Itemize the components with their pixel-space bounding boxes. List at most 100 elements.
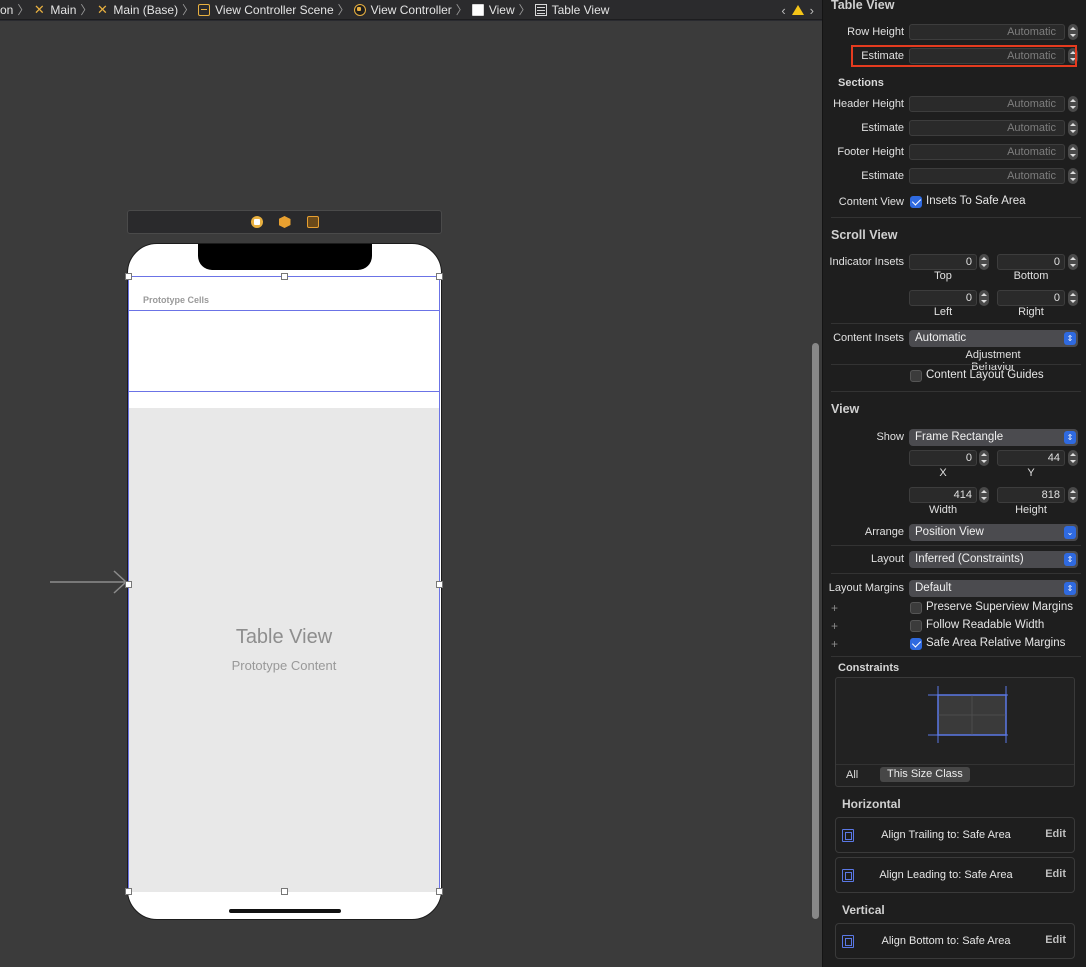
- row-height-field[interactable]: Automatic: [909, 24, 1065, 40]
- view-icon: [471, 3, 484, 16]
- constraint-row-leading[interactable]: Align Leading to: Safe Area Edit: [835, 857, 1075, 893]
- prototype-cells-header: Prototype Cells: [129, 277, 439, 310]
- height-caption: Height: [1015, 504, 1047, 516]
- follow-readable-width-checkbox[interactable]: [910, 620, 922, 632]
- content-insets-value: Automatic: [915, 332, 967, 344]
- footer-estimate-field[interactable]: Automatic: [909, 168, 1065, 184]
- content-insets-popup[interactable]: Automatic ⇕: [909, 330, 1078, 347]
- resize-handle-bottom-right[interactable]: [436, 888, 443, 895]
- insets-to-safe-area-checkbox[interactable]: [910, 196, 922, 208]
- breadcrumb-label: Main (Base): [113, 2, 179, 17]
- edit-button[interactable]: Edit: [1045, 828, 1066, 840]
- content-view-label: Content View: [838, 196, 904, 208]
- indicator-inset-right-field[interactable]: 0: [997, 290, 1065, 306]
- divider: [831, 573, 1081, 574]
- constraints-diagram-icon[interactable]: [928, 686, 1008, 743]
- layout-value: Inferred (Constraints): [915, 553, 1024, 565]
- frame-width-field[interactable]: 414: [909, 487, 977, 503]
- indicator-inset-bottom-stepper[interactable]: [1068, 254, 1078, 270]
- constraint-row-bottom[interactable]: Align Bottom to: Safe Area Edit: [835, 923, 1075, 959]
- footer-height-stepper[interactable]: [1068, 144, 1078, 160]
- preserve-superview-margins-checkbox[interactable]: [910, 602, 922, 614]
- row-height-label: Row Height: [847, 26, 904, 38]
- footer-height-field[interactable]: Automatic: [909, 144, 1065, 160]
- header-height-field[interactable]: Automatic: [909, 96, 1065, 112]
- chevron-down-icon: ⌄: [1064, 526, 1076, 539]
- next-issue-icon[interactable]: ›: [810, 3, 814, 18]
- breadcrumb-item-main[interactable]: ✕ Main: [33, 0, 77, 19]
- frame-y-stepper[interactable]: [1068, 450, 1078, 466]
- show-popup[interactable]: Frame Rectangle ⇕: [909, 429, 1078, 446]
- frame-width-stepper[interactable]: [979, 487, 989, 503]
- tab-all[interactable]: All: [846, 769, 858, 781]
- table-view-icon: [534, 3, 547, 16]
- indicator-inset-left-field[interactable]: 0: [909, 290, 977, 306]
- resize-handle-top-left[interactable]: [125, 273, 132, 280]
- highlight-annotation: [851, 45, 1077, 67]
- constraint-row-trailing[interactable]: Align Trailing to: Safe Area Edit: [835, 817, 1075, 853]
- exit-icon[interactable]: [306, 216, 319, 228]
- indicator-inset-right-stepper[interactable]: [1068, 290, 1078, 306]
- preserve-superview-margins-label: Preserve Superview Margins: [926, 601, 1074, 613]
- frame-y-field[interactable]: 44: [997, 450, 1065, 466]
- prototype-cell[interactable]: [128, 310, 440, 392]
- prototype-cells-label: Prototype Cells: [143, 295, 210, 305]
- top-caption: Top: [934, 270, 952, 282]
- tab-this-size-class[interactable]: This Size Class: [880, 767, 970, 782]
- previous-issue-icon[interactable]: ‹: [781, 3, 785, 18]
- content-layout-guides-checkbox[interactable]: [910, 370, 922, 382]
- frame-x-field[interactable]: 0: [909, 450, 977, 466]
- frame-height-field[interactable]: 818: [997, 487, 1065, 503]
- resize-handle-right[interactable]: [436, 581, 443, 588]
- indicator-inset-top-stepper[interactable]: [979, 254, 989, 270]
- resize-handle-top-right[interactable]: [436, 273, 443, 280]
- add-variation-icon[interactable]: +: [831, 601, 838, 615]
- header-estimate-field[interactable]: Automatic: [909, 120, 1065, 136]
- breadcrumb-item-project[interactable]: on: [0, 0, 13, 19]
- breadcrumb-item-view[interactable]: View: [471, 0, 515, 19]
- resize-handle-top[interactable]: [281, 273, 288, 280]
- attributes-inspector: Table View Row Height Automatic Estimate…: [822, 0, 1086, 967]
- breadcrumb-label: Table View: [551, 2, 610, 17]
- header-height-stepper[interactable]: [1068, 96, 1078, 112]
- indicator-inset-bottom-field[interactable]: 0: [997, 254, 1065, 270]
- breadcrumb-separator: 〉: [17, 3, 30, 17]
- resize-handle-bottom-left[interactable]: [125, 888, 132, 895]
- frame-height-stepper[interactable]: [1068, 487, 1078, 503]
- add-variation-icon[interactable]: +: [831, 619, 838, 633]
- breadcrumb-separator: 〉: [518, 3, 531, 17]
- header-estimate-stepper[interactable]: [1068, 120, 1078, 136]
- arrange-popup[interactable]: Position View ⌄: [909, 524, 1078, 541]
- breadcrumb-item-main-base[interactable]: ✕ Main (Base): [96, 0, 179, 19]
- divider: [831, 545, 1081, 546]
- add-variation-icon[interactable]: +: [831, 637, 838, 651]
- frame-x-stepper[interactable]: [979, 450, 989, 466]
- footer-estimate-stepper[interactable]: [1068, 168, 1078, 184]
- table-view-placeholder-title: Table View: [235, 626, 333, 648]
- safe-area-relative-margins-checkbox[interactable]: [910, 638, 922, 650]
- layout-popup[interactable]: Inferred (Constraints) ⇕: [909, 551, 1078, 568]
- entry-point-arrow-icon[interactable]: [50, 569, 130, 595]
- row-height-stepper[interactable]: [1068, 24, 1078, 40]
- device-notch: [198, 244, 372, 270]
- table-view[interactable]: Prototype Cells Table View Prototype Con…: [125, 273, 443, 895]
- view-controller-dock-icon[interactable]: [250, 216, 263, 228]
- edit-button[interactable]: Edit: [1045, 934, 1066, 946]
- indicator-inset-left-stepper[interactable]: [979, 290, 989, 306]
- canvas-scrollbar[interactable]: [812, 343, 819, 919]
- breadcrumb-item-scene[interactable]: View Controller Scene: [198, 0, 334, 19]
- storyboard-canvas[interactable]: Prototype Cells Table View Prototype Con…: [0, 21, 822, 967]
- resize-handle-left[interactable]: [125, 581, 132, 588]
- layout-margins-popup[interactable]: Default ⇕: [909, 580, 1078, 597]
- edit-button[interactable]: Edit: [1045, 868, 1066, 880]
- warning-icon[interactable]: [791, 5, 804, 15]
- breadcrumb-separator: 〉: [80, 3, 93, 17]
- indicator-inset-top-field[interactable]: 0: [909, 254, 977, 270]
- storyboard-icon: ✕: [96, 1, 108, 17]
- resize-handle-bottom[interactable]: [281, 888, 288, 895]
- first-responder-icon[interactable]: [278, 216, 291, 228]
- breadcrumb-label: Main: [50, 2, 77, 17]
- breadcrumb-item-table-view[interactable]: Table View: [534, 0, 610, 19]
- prototype-spacer: [129, 392, 439, 408]
- breadcrumb-item-view-controller[interactable]: View Controller: [353, 0, 452, 19]
